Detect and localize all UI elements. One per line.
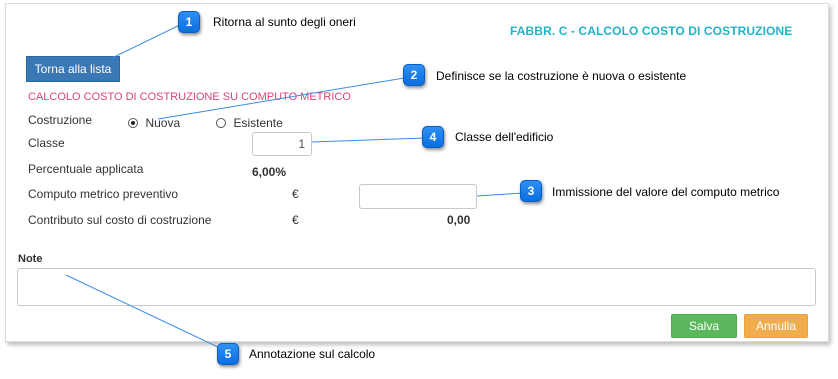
- callout-4-badge: 4: [422, 126, 444, 148]
- callout-line-3: [476, 192, 524, 197]
- callout-4-text: Classe dell'edificio: [455, 130, 554, 144]
- callout-2-text: Definisce se la costruzione è nuova o es…: [436, 69, 687, 83]
- callout-line-1: [111, 21, 187, 59]
- callout-5-text: Annotazione sul calcolo: [249, 347, 376, 361]
- callout-5-badge: 5: [217, 343, 239, 365]
- callout-1-badge: 1: [178, 11, 200, 33]
- callout-1-text: Ritorna al sunto degli oneri: [213, 15, 356, 29]
- callout-line-5: [65, 274, 223, 350]
- callout-2-badge: 2: [403, 64, 425, 86]
- callout-line-2: [157, 76, 411, 120]
- callout-line-4: [311, 137, 426, 143]
- callout-3-text: Immissione del valore del computo metric…: [552, 185, 780, 199]
- callout-3-badge: 3: [520, 180, 542, 202]
